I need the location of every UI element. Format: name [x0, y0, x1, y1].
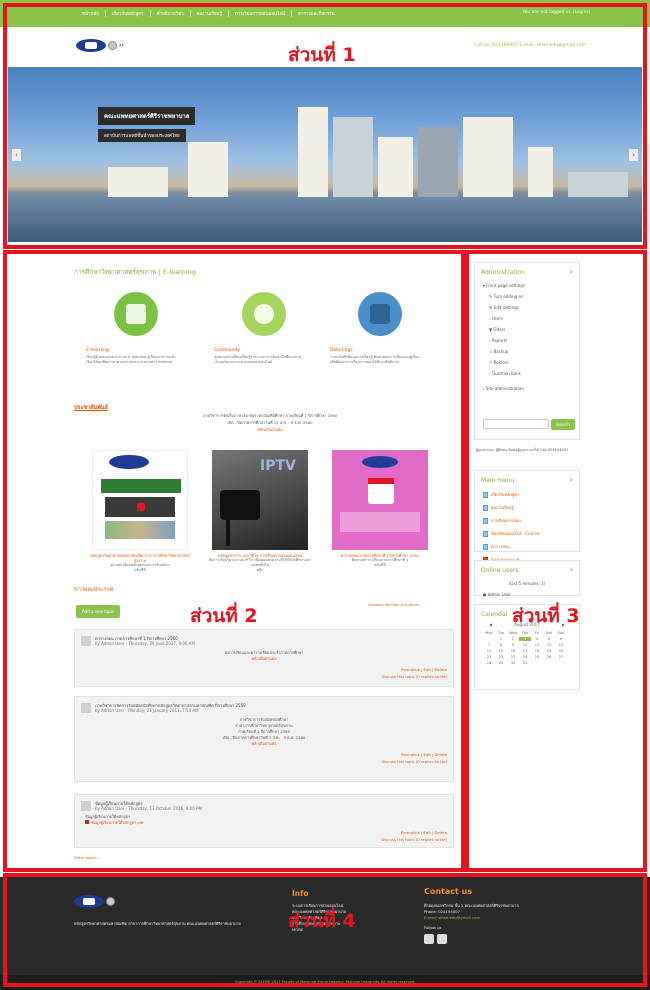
- section-1-label: ส่วนที่ 1: [288, 44, 356, 66]
- section-2-frame: [3, 250, 465, 872]
- section-3-frame: [465, 250, 647, 872]
- section-3-label: ส่วนที่ 3: [512, 605, 580, 627]
- section-4-label: ส่วนที่ 4: [288, 910, 356, 932]
- section-2-label: ส่วนที่ 2: [190, 605, 258, 627]
